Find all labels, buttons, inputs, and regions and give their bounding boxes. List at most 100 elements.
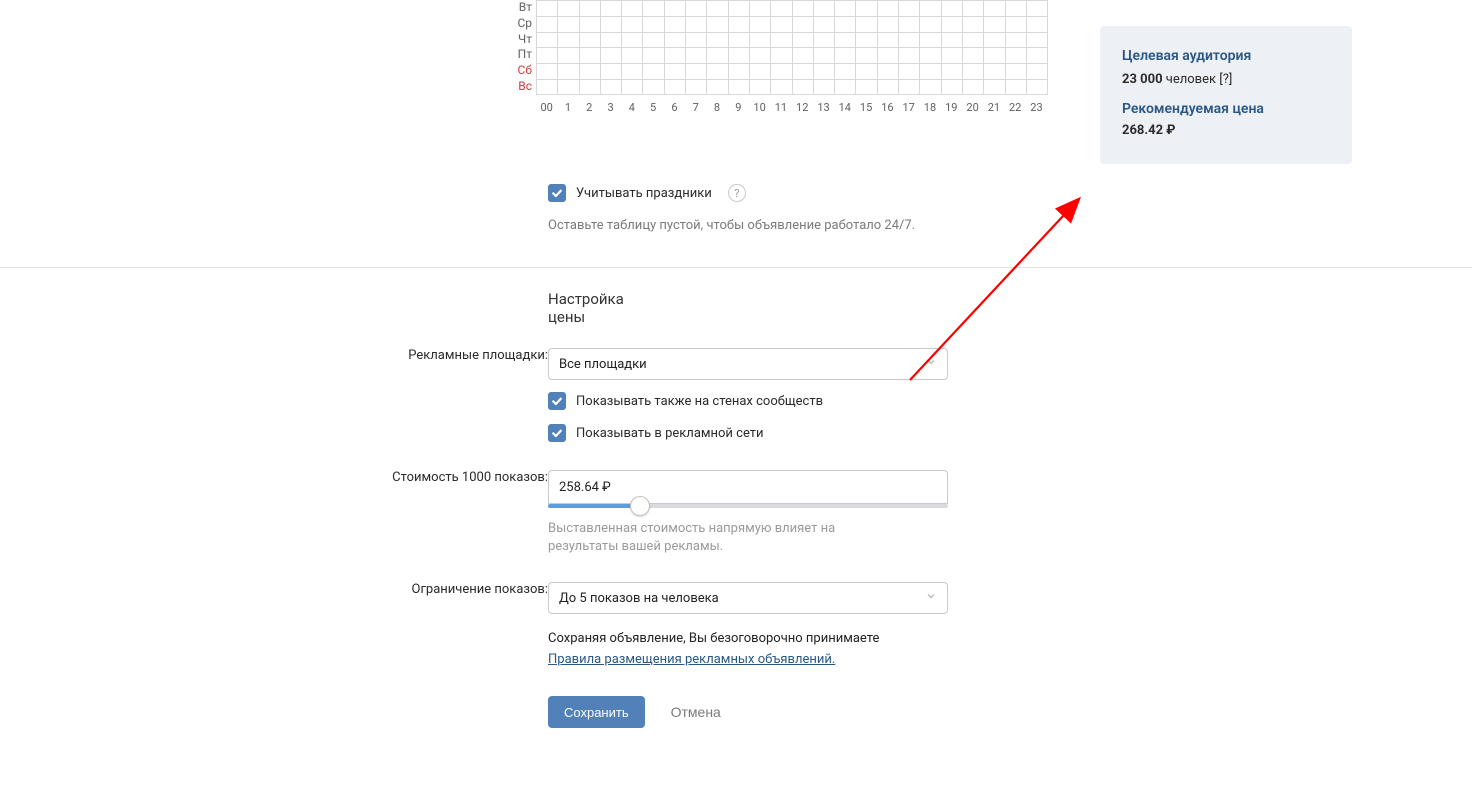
schedule-cell[interactable] [920, 64, 941, 79]
schedule-cell[interactable] [665, 80, 686, 94]
schedule-cell[interactable] [580, 64, 601, 79]
schedule-cell[interactable] [1027, 80, 1048, 94]
schedule-cell[interactable] [622, 48, 643, 63]
schedule-cell[interactable] [643, 48, 664, 63]
schedule-cell[interactable] [793, 33, 814, 48]
walls-checkbox-row[interactable]: Показывать также на стенах сообществ [548, 392, 948, 410]
schedule-cell[interactable] [878, 80, 899, 94]
schedule-cell[interactable] [920, 17, 941, 32]
schedule-cell[interactable] [984, 17, 1005, 32]
schedule-day-grid[interactable] [536, 79, 1048, 95]
schedule-cell[interactable] [920, 1, 941, 16]
schedule-cell[interactable] [537, 64, 558, 79]
schedule-cell[interactable] [558, 48, 579, 63]
schedule-cell[interactable] [601, 1, 622, 16]
schedule-cell[interactable] [835, 1, 856, 16]
schedule-cell[interactable] [835, 17, 856, 32]
schedule-cell[interactable] [899, 64, 920, 79]
schedule-cell[interactable] [963, 17, 984, 32]
schedule-cell[interactable] [856, 17, 877, 32]
schedule-cell[interactable] [665, 64, 686, 79]
schedule-cell[interactable] [750, 1, 771, 16]
schedule-day-grid[interactable] [536, 32, 1048, 48]
schedule-cell[interactable] [622, 17, 643, 32]
schedule-cell[interactable] [814, 80, 835, 94]
schedule-cell[interactable] [942, 48, 963, 63]
schedule-cell[interactable] [963, 1, 984, 16]
schedule-cell[interactable] [814, 17, 835, 32]
schedule-cell[interactable] [601, 48, 622, 63]
schedule-cell[interactable] [1006, 48, 1027, 63]
schedule-cell[interactable] [729, 80, 750, 94]
schedule-cell[interactable] [665, 17, 686, 32]
schedule-cell[interactable] [835, 48, 856, 63]
schedule-cell[interactable] [707, 48, 728, 63]
schedule-cell[interactable] [537, 33, 558, 48]
schedule-cell[interactable] [580, 80, 601, 94]
schedule-cell[interactable] [729, 1, 750, 16]
slider-thumb[interactable] [630, 496, 650, 516]
schedule-cell[interactable] [750, 64, 771, 79]
schedule-day-grid[interactable] [536, 16, 1048, 32]
schedule-day-grid[interactable] [536, 63, 1048, 79]
schedule-cell[interactable] [920, 48, 941, 63]
schedule-cell[interactable] [856, 48, 877, 63]
schedule-cell[interactable] [963, 80, 984, 94]
schedule-cell[interactable] [856, 33, 877, 48]
schedule-cell[interactable] [1027, 1, 1048, 16]
schedule-cell[interactable] [601, 33, 622, 48]
schedule-cell[interactable] [750, 17, 771, 32]
cpm-slider[interactable] [548, 504, 948, 508]
schedule-cell[interactable] [1027, 33, 1048, 48]
schedule-cell[interactable] [963, 48, 984, 63]
schedule-cell[interactable] [814, 64, 835, 79]
schedule-cell[interactable] [942, 64, 963, 79]
schedule-day-grid[interactable] [536, 47, 1048, 63]
schedule-cell[interactable] [686, 80, 707, 94]
schedule-cell[interactable] [942, 80, 963, 94]
schedule-cell[interactable] [537, 17, 558, 32]
schedule-cell[interactable] [686, 1, 707, 16]
limit-select[interactable]: До 5 показов на человека [548, 582, 948, 614]
schedule-cell[interactable] [878, 48, 899, 63]
schedule-cell[interactable] [707, 33, 728, 48]
schedule-cell[interactable] [665, 1, 686, 16]
schedule-cell[interactable] [580, 1, 601, 16]
schedule-cell[interactable] [920, 80, 941, 94]
schedule-cell[interactable] [1027, 64, 1048, 79]
schedule-cell[interactable] [899, 48, 920, 63]
schedule-cell[interactable] [835, 80, 856, 94]
schedule-cell[interactable] [771, 80, 792, 94]
help-icon[interactable]: ? [728, 184, 746, 202]
schedule-cell[interactable] [1027, 17, 1048, 32]
schedule-cell[interactable] [643, 33, 664, 48]
schedule-cell[interactable] [601, 80, 622, 94]
schedule-cell[interactable] [835, 33, 856, 48]
schedule-cell[interactable] [984, 1, 1005, 16]
schedule-cell[interactable] [622, 64, 643, 79]
cpm-input[interactable]: 258.64 ₽ [548, 470, 948, 504]
holidays-checkbox-row[interactable]: Учитывать праздники ? [548, 184, 746, 202]
schedule-cell[interactable] [537, 48, 558, 63]
schedule-cell[interactable] [984, 48, 1005, 63]
schedule-cell[interactable] [814, 33, 835, 48]
schedule-cell[interactable] [729, 17, 750, 32]
schedule-cell[interactable] [963, 64, 984, 79]
schedule-cell[interactable] [750, 80, 771, 94]
schedule-cell[interactable] [707, 17, 728, 32]
schedule-cell[interactable] [878, 1, 899, 16]
schedule-cell[interactable] [537, 80, 558, 94]
schedule-cell[interactable] [665, 33, 686, 48]
schedule-cell[interactable] [537, 1, 558, 16]
schedule-cell[interactable] [729, 64, 750, 79]
schedule-cell[interactable] [750, 33, 771, 48]
schedule-cell[interactable] [1027, 48, 1048, 63]
schedule-cell[interactable] [771, 64, 792, 79]
schedule-cell[interactable] [686, 17, 707, 32]
schedule-cell[interactable] [558, 17, 579, 32]
schedule-cell[interactable] [899, 1, 920, 16]
schedule-cell[interactable] [558, 33, 579, 48]
schedule-cell[interactable] [942, 33, 963, 48]
schedule-cell[interactable] [643, 64, 664, 79]
schedule-cell[interactable] [771, 1, 792, 16]
